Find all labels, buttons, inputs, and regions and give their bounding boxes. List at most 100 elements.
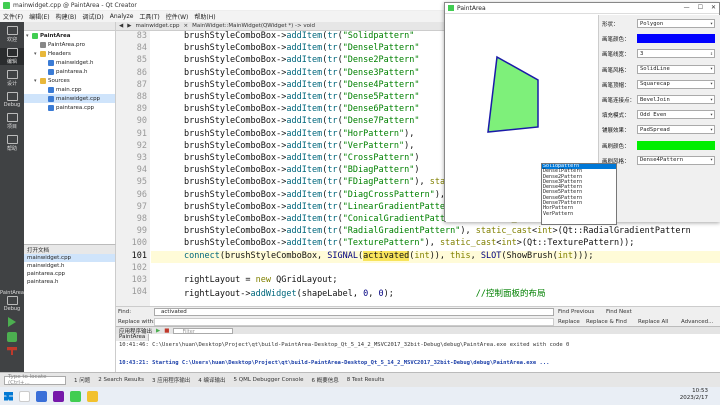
menu-file[interactable]: 文件(F) bbox=[3, 12, 23, 21]
width-spinbox[interactable]: 3 ⇕ bbox=[637, 49, 715, 59]
code-line[interactable]: brushStyleComboBox->addItem(tr("VerPatte… bbox=[184, 141, 414, 153]
chevron-down-icon[interactable]: ▾ bbox=[710, 21, 713, 27]
nav-back-icon[interactable]: ◀ bbox=[119, 23, 123, 29]
mode-debug[interactable]: Debug bbox=[0, 92, 24, 108]
build-hammer-icon[interactable] bbox=[7, 347, 17, 355]
menu-help[interactable]: 帮助(H) bbox=[194, 12, 215, 21]
chevron-down-icon[interactable]: ▾ bbox=[710, 112, 713, 118]
chevron-down-icon[interactable]: ▾ bbox=[710, 66, 713, 72]
tree-item[interactable]: ▾ Headers bbox=[24, 49, 115, 58]
qt-creator-taskbar-icon[interactable] bbox=[70, 390, 81, 402]
tree-item[interactable]: PaintArea.pro bbox=[24, 40, 115, 49]
search-icon[interactable] bbox=[19, 390, 30, 402]
advanced-button[interactable]: Advanced... bbox=[681, 319, 713, 325]
menu-edit[interactable]: 编辑(E) bbox=[29, 12, 49, 21]
code-line[interactable]: brushStyleComboBox->addItem(tr("Dense5Pa… bbox=[184, 92, 419, 104]
chevron-down-icon[interactable]: ▾ bbox=[710, 127, 713, 133]
open-document-item[interactable]: paintarea.h bbox=[24, 278, 115, 286]
tab-search-results[interactable]: 2 Search Results bbox=[98, 377, 144, 383]
code-line[interactable]: brushStyleComboBox->addItem(tr("RadialGr… bbox=[184, 226, 691, 238]
code-line[interactable]: brushStyleComboBox->addItem(tr("HorPatte… bbox=[184, 129, 414, 141]
code-line[interactable]: brushStyleComboBox->addItem(tr("DenselPa… bbox=[184, 43, 419, 55]
onenote-icon[interactable] bbox=[53, 390, 64, 402]
open-document-item[interactable]: mainwidget.h bbox=[24, 262, 115, 270]
code-line[interactable]: brushStyleComboBox->addItem(tr("BDiagPat… bbox=[184, 165, 419, 177]
tree-item[interactable]: main.cpp bbox=[24, 85, 115, 94]
style-combobox[interactable]: BevelJoin ▾ bbox=[637, 95, 715, 104]
find-previous-button[interactable]: Find Previous bbox=[558, 309, 594, 315]
mode-design[interactable]: 设计 bbox=[0, 70, 24, 87]
mode-help[interactable]: 帮助 bbox=[0, 135, 24, 152]
open-document-item[interactable]: mainwidget.cpp bbox=[24, 254, 115, 262]
style-combobox[interactable]: Odd Even ▾ bbox=[637, 110, 715, 120]
chevron-down-icon[interactable]: ▾ bbox=[710, 81, 713, 87]
open-document-item[interactable]: paintarea.cpp bbox=[24, 270, 115, 278]
brush-style-dropdown-list[interactable]: Solidpattern DenselPattern Dense2Pattern De… bbox=[541, 163, 617, 225]
maximize-icon[interactable]: ☐ bbox=[698, 4, 703, 11]
find-input[interactable]: activated bbox=[154, 308, 554, 316]
mode-edit[interactable]: 编辑 bbox=[0, 48, 24, 65]
play-icon[interactable]: ▶ bbox=[156, 328, 160, 334]
code-line[interactable]: connect(brushStyleComboBox, SIGNAL(activ… bbox=[151, 250, 720, 263]
tab-qml-debugger[interactable]: 5 QML Debugger Console bbox=[234, 377, 304, 383]
code-line[interactable]: brushStyleComboBox->addItem(tr("Dense3Pa… bbox=[184, 68, 419, 80]
debug-run-icon[interactable] bbox=[7, 332, 17, 342]
menu-widgets[interactable]: 控件(W) bbox=[166, 12, 189, 21]
output-filter-input[interactable]: Filter bbox=[173, 327, 234, 335]
replace-all-button[interactable]: Replace All bbox=[638, 319, 668, 325]
menu-tools[interactable]: 工具(T) bbox=[139, 12, 159, 21]
mode-welcome[interactable]: 欢迎 bbox=[0, 26, 24, 43]
menu-debug[interactable]: 调试(D) bbox=[82, 12, 103, 21]
tab-test-results[interactable]: 8 Test Results bbox=[347, 377, 385, 383]
tree-item[interactable]: mainwidget.cpp bbox=[24, 94, 115, 103]
style-combobox[interactable]: Polygon ▾ bbox=[637, 19, 715, 28]
explorer-icon[interactable] bbox=[87, 390, 98, 402]
tab-issues[interactable]: 1 问题 bbox=[74, 376, 90, 384]
close-icon[interactable]: ✕ bbox=[711, 4, 716, 11]
code-line[interactable]: rightLayout = new QGridLayout; bbox=[184, 275, 338, 287]
menu-build[interactable]: 构建(B) bbox=[56, 12, 77, 21]
windows-start-icon[interactable] bbox=[4, 391, 13, 401]
code-line[interactable]: brushStyleComboBox->addItem(tr("Solidpat… bbox=[184, 31, 414, 43]
nav-forward-icon[interactable]: ▶ bbox=[127, 23, 131, 29]
run-icon[interactable] bbox=[8, 317, 16, 327]
color-button[interactable] bbox=[637, 34, 715, 44]
style-combobox[interactable]: Squarecap ▾ bbox=[637, 79, 715, 89]
tree-item[interactable]: ▾ PaintArea bbox=[24, 31, 115, 40]
code-line[interactable]: rightLayout->addWidget(shapeLabel, 0, 0)… bbox=[184, 287, 546, 299]
style-combobox[interactable]: SolidLine ▾ bbox=[637, 64, 715, 74]
code-line[interactable]: brushStyleComboBox->addItem(tr("Dense4Pa… bbox=[184, 80, 419, 92]
symbol-combo[interactable]: MainWidget::MainWidget(QWidget *) -> voi… bbox=[192, 23, 315, 29]
style-combobox[interactable]: PadSpread ▾ bbox=[637, 125, 715, 135]
tree-item[interactable]: paintarea.h bbox=[24, 67, 115, 76]
tree-item[interactable]: ▾ Sources bbox=[24, 76, 115, 85]
code-line[interactable]: brushStyleComboBox->addItem(tr("Dense7Pa… bbox=[184, 116, 419, 128]
tab-general-messages[interactable]: 6 概要信息 bbox=[311, 376, 338, 384]
code-line[interactable]: brushStyleComboBox->addItem(tr("Dense6Pa… bbox=[184, 104, 419, 116]
mode-projects[interactable]: 项目 bbox=[0, 113, 24, 130]
stop-icon[interactable]: ■ bbox=[164, 328, 169, 334]
dropdown-option[interactable]: VerPattern bbox=[542, 211, 616, 217]
replace-input[interactable] bbox=[154, 318, 554, 326]
locator-input[interactable]: Type to locate (Ctrl+... bbox=[4, 374, 66, 386]
code-line[interactable]: brushStyleComboBox->addItem(tr("Dense2Pa… bbox=[184, 55, 419, 67]
code-line[interactable]: brushStyleComboBox->addItem(tr("TextureP… bbox=[184, 238, 634, 250]
file-name-combo[interactable]: mainwidget.cpp bbox=[135, 23, 179, 29]
spin-arrows-icon[interactable]: ⇕ bbox=[710, 51, 713, 57]
menu-analyze[interactable]: Analyze bbox=[110, 13, 134, 20]
minimize-icon[interactable]: — bbox=[684, 4, 690, 11]
close-file-icon[interactable]: × bbox=[184, 23, 189, 29]
find-next-button[interactable]: Find Next bbox=[606, 309, 632, 315]
tab-compile-output[interactable]: 4 编译输出 bbox=[198, 376, 225, 384]
tab-app-output[interactable]: 3 应用程序输出 bbox=[152, 376, 190, 384]
code-line[interactable]: brushStyleComboBox->addItem(tr("CrossPat… bbox=[184, 153, 419, 165]
color-button[interactable] bbox=[637, 140, 715, 150]
chevron-down-icon[interactable]: ▾ bbox=[710, 157, 713, 163]
replace-button[interactable]: Replace bbox=[558, 319, 580, 325]
chevron-down-icon[interactable]: ▾ bbox=[710, 97, 713, 103]
tree-item[interactable]: paintarea.cpp bbox=[24, 103, 115, 112]
replace-find-button[interactable]: Replace & Find bbox=[586, 319, 627, 325]
edge-icon[interactable] bbox=[36, 390, 47, 402]
tree-item[interactable]: mainwidget.h bbox=[24, 58, 115, 67]
output-tab-paintarea[interactable]: PaintArea bbox=[116, 334, 150, 341]
